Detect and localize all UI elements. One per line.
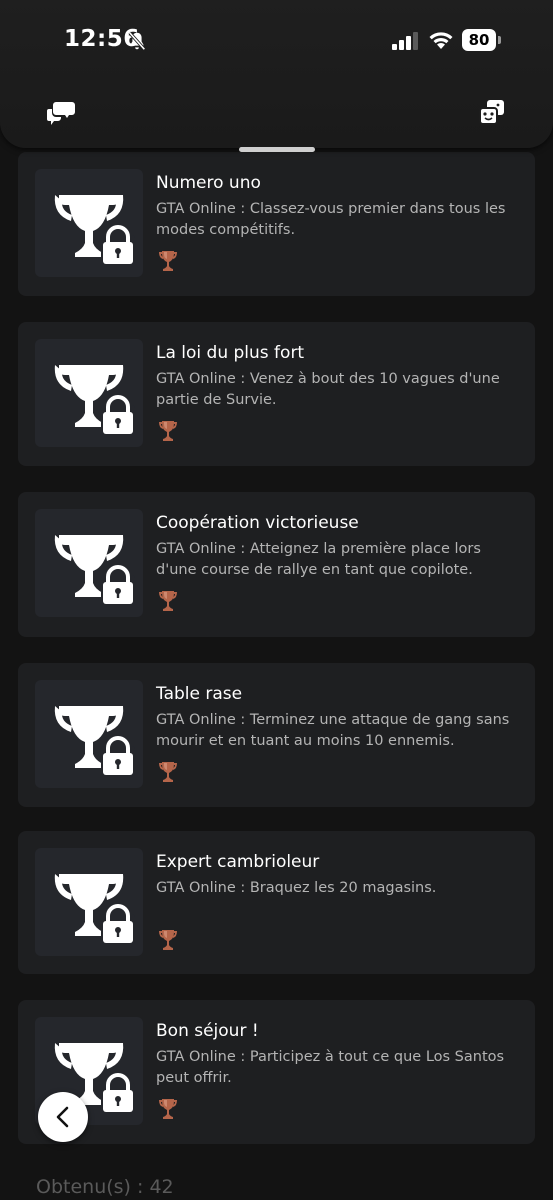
trophy-description: GTA Online : Venez à bout des 10 vagues …	[156, 371, 500, 408]
bronze-trophy-icon	[159, 1099, 177, 1119]
trophy-card[interactable]: Table rase GTA Online : Terminez une atta…	[18, 663, 535, 807]
trophy-description: GTA Online : Participez à tout ce que Lo…	[156, 1049, 505, 1086]
wifi-icon	[429, 32, 453, 49]
trophy-title: La loi du plus fort	[156, 343, 305, 363]
battery-tip	[498, 36, 501, 44]
trophy-title: Bon séjour !	[156, 1021, 259, 1041]
game-dice-icon[interactable]	[478, 98, 506, 126]
cellular-signal-icon	[392, 32, 418, 50]
trophy-description: GTA Online : Atteignez la première place…	[156, 541, 481, 578]
locked-trophy-thumbnail	[35, 169, 143, 277]
battery-level: 80	[462, 29, 496, 51]
locked-trophy-icon	[54, 195, 135, 265]
trophy-card[interactable]: Bon séjour ! GTA Online : Participez à to…	[18, 1000, 535, 1144]
back-button[interactable]	[38, 1092, 88, 1142]
trophy-description: GTA Online : Braquez les 20 magasins.	[156, 880, 437, 896]
chat-bubbles-icon[interactable]	[46, 100, 76, 126]
trophy-title: Coopération victorieuse	[156, 513, 359, 533]
locked-trophy-thumbnail	[35, 848, 143, 956]
trophy-card[interactable]: Numero uno GTA Online : Classez-vous prem…	[18, 152, 535, 296]
chevron-left-icon	[56, 1106, 69, 1128]
screen: Numero uno GTA Online : Classez-vous prem…	[0, 0, 553, 1200]
locked-trophy-icon	[54, 365, 135, 435]
trophy-description: GTA Online : Classez-vous premier dans t…	[156, 201, 506, 238]
bronze-trophy-icon	[159, 930, 177, 950]
locked-trophy-thumbnail	[35, 680, 143, 788]
drag-handle[interactable]	[239, 147, 315, 152]
bronze-trophy-icon	[159, 251, 177, 271]
earned-count: Obtenu(s) : 42	[36, 1176, 174, 1198]
locked-trophy-icon	[54, 874, 135, 944]
trophy-title: Expert cambrioleur	[156, 852, 320, 872]
locked-trophy-icon	[54, 535, 135, 605]
trophy-card[interactable]: La loi du plus fort GTA Online : Venez à …	[18, 322, 535, 466]
bell-off-icon	[128, 31, 146, 51]
bronze-trophy-icon	[159, 591, 177, 611]
locked-trophy-icon	[54, 706, 135, 776]
locked-trophy-thumbnail	[35, 509, 143, 617]
top-bar: 12:56 80	[0, 0, 553, 148]
battery-icon: 80	[462, 29, 502, 51]
trophy-title: Table rase	[156, 684, 243, 704]
bronze-trophy-icon	[159, 762, 177, 782]
trophy-title: Numero uno	[156, 173, 261, 193]
trophy-card[interactable]: Expert cambrioleur GTA Online : Braquez l…	[18, 831, 535, 974]
trophy-card[interactable]: Coopération victorieuse GTA Online : Atte…	[18, 492, 535, 637]
trophy-description: GTA Online : Terminez une attaque de gan…	[156, 712, 510, 749]
trophy-list[interactable]: Numero uno GTA Online : Classez-vous prem…	[0, 0, 553, 1200]
bronze-trophy-icon	[159, 421, 177, 441]
locked-trophy-thumbnail	[35, 339, 143, 447]
